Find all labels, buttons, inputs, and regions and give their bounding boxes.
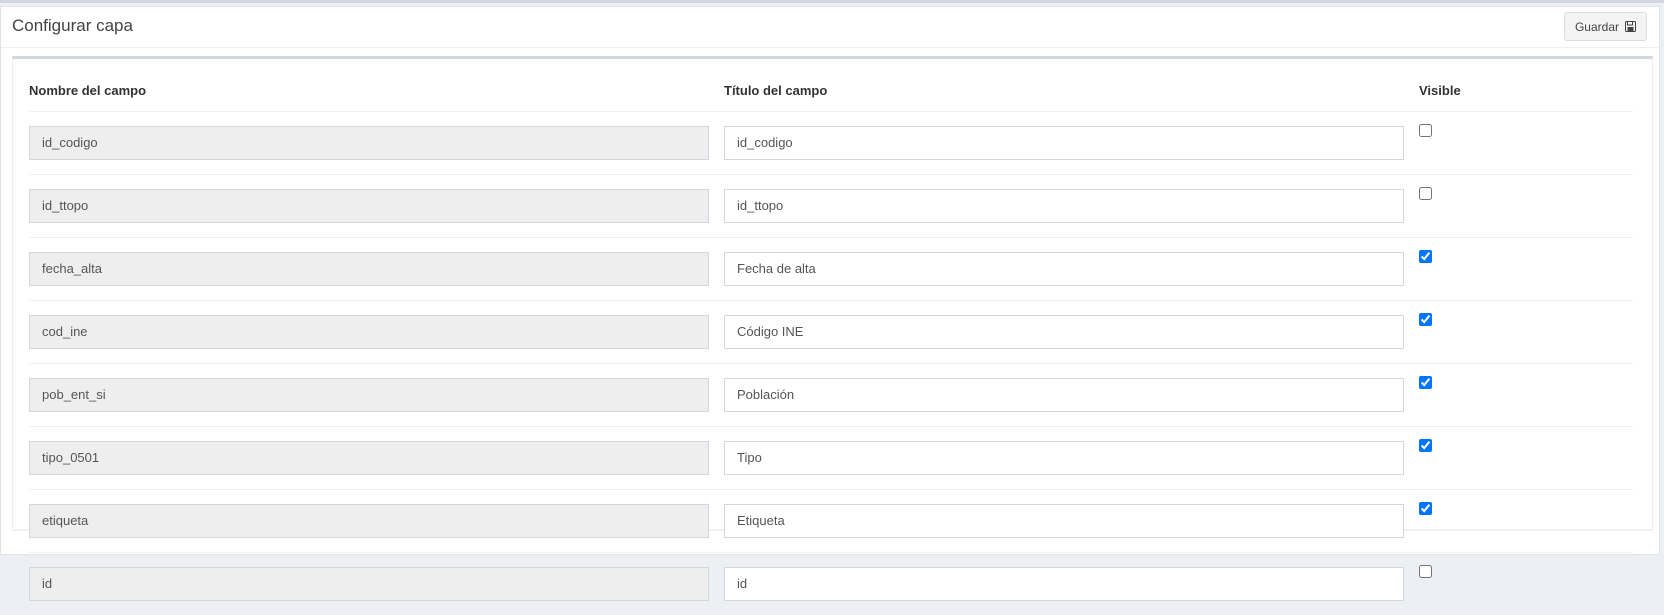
save-button-label: Guardar bbox=[1575, 20, 1619, 34]
field-title-input[interactable]: Población bbox=[724, 378, 1404, 412]
field-name-input: pob_ent_si bbox=[29, 378, 709, 412]
configure-layer-panel: Configurar capa Guardar Nombre del campo bbox=[0, 6, 1660, 555]
field-title-input[interactable]: Código INE bbox=[724, 315, 1404, 349]
field-name-cell: pob_ent_si bbox=[29, 364, 724, 427]
table-header-row: Nombre del campo Título del campo Visibl… bbox=[29, 69, 1633, 112]
field-name-cell: cod_ine bbox=[29, 301, 724, 364]
visible-checkbox[interactable] bbox=[1419, 187, 1432, 200]
field-title-cell: Población bbox=[724, 364, 1419, 427]
field-name-cell: tipo_0501 bbox=[29, 427, 724, 490]
visible-cell bbox=[1419, 301, 1633, 364]
field-title-input[interactable]: id_codigo bbox=[724, 126, 1404, 160]
visible-checkbox[interactable] bbox=[1419, 250, 1432, 263]
visible-cell bbox=[1419, 553, 1633, 615]
field-name-cell: id_ttopo bbox=[29, 175, 724, 238]
page-frame: Configurar capa Guardar Nombre del campo bbox=[0, 0, 1664, 558]
table-row: cod_ine Código INE bbox=[29, 301, 1633, 364]
field-name-cell: fecha_alta bbox=[29, 238, 724, 301]
panel-header: Configurar capa Guardar bbox=[1, 7, 1659, 48]
table-row: id_codigo id_codigo bbox=[29, 112, 1633, 175]
save-button[interactable]: Guardar bbox=[1564, 12, 1647, 41]
field-name-input: tipo_0501 bbox=[29, 441, 709, 475]
visible-checkbox[interactable] bbox=[1419, 376, 1432, 389]
column-header-field-title: Título del campo bbox=[724, 69, 1419, 112]
field-name-cell: etiqueta bbox=[29, 490, 724, 553]
field-title-cell: Fecha de alta bbox=[724, 238, 1419, 301]
field-title-input[interactable]: id bbox=[724, 567, 1404, 601]
table-row: id_ttopo id_ttopo bbox=[29, 175, 1633, 238]
visible-cell bbox=[1419, 238, 1633, 301]
visible-cell bbox=[1419, 175, 1633, 238]
visible-checkbox[interactable] bbox=[1419, 124, 1432, 137]
field-name-input: fecha_alta bbox=[29, 252, 709, 286]
field-title-cell: id_ttopo bbox=[724, 175, 1419, 238]
table-row: idid bbox=[29, 553, 1633, 615]
visible-checkbox[interactable] bbox=[1419, 502, 1432, 515]
field-title-cell: Etiqueta bbox=[724, 490, 1419, 553]
fields-box: Nombre del campo Título del campo Visibl… bbox=[12, 56, 1653, 530]
field-title-cell: Tipo bbox=[724, 427, 1419, 490]
table-row: fecha_alta Fecha de alta bbox=[29, 238, 1633, 301]
visible-cell bbox=[1419, 112, 1633, 175]
field-name-input: cod_ine bbox=[29, 315, 709, 349]
visible-cell bbox=[1419, 364, 1633, 427]
visible-cell bbox=[1419, 427, 1633, 490]
visible-cell bbox=[1419, 490, 1633, 553]
field-name-cell: id bbox=[29, 553, 724, 615]
column-header-field-name: Nombre del campo bbox=[29, 69, 724, 112]
field-name-input: id bbox=[29, 567, 709, 601]
field-title-cell: id_codigo bbox=[724, 112, 1419, 175]
field-name-input: etiqueta bbox=[29, 504, 709, 538]
column-header-visible: Visible bbox=[1419, 69, 1633, 112]
field-title-input[interactable]: Tipo bbox=[724, 441, 1404, 475]
table-row: etiqueta Etiqueta bbox=[29, 490, 1633, 553]
visible-checkbox[interactable] bbox=[1419, 565, 1432, 578]
page-title: Configurar capa bbox=[12, 16, 133, 36]
field-title-input[interactable]: Fecha de alta bbox=[724, 252, 1404, 286]
field-title-cell: Código INE bbox=[724, 301, 1419, 364]
field-name-input: id_codigo bbox=[29, 126, 709, 160]
field-name-cell: id_codigo bbox=[29, 112, 724, 175]
visible-checkbox[interactable] bbox=[1419, 439, 1432, 452]
field-title-cell: id bbox=[724, 553, 1419, 615]
field-title-input[interactable]: Etiqueta bbox=[724, 504, 1404, 538]
table-row: tipo_0501 Tipo bbox=[29, 427, 1633, 490]
table-row: pob_ent_si Población bbox=[29, 364, 1633, 427]
field-name-input: id_ttopo bbox=[29, 189, 709, 223]
fields-table: Nombre del campo Título del campo Visibl… bbox=[29, 69, 1633, 615]
field-title-input[interactable]: id_ttopo bbox=[724, 189, 1404, 223]
floppy-disk-icon bbox=[1625, 21, 1636, 32]
visible-checkbox[interactable] bbox=[1419, 313, 1432, 326]
